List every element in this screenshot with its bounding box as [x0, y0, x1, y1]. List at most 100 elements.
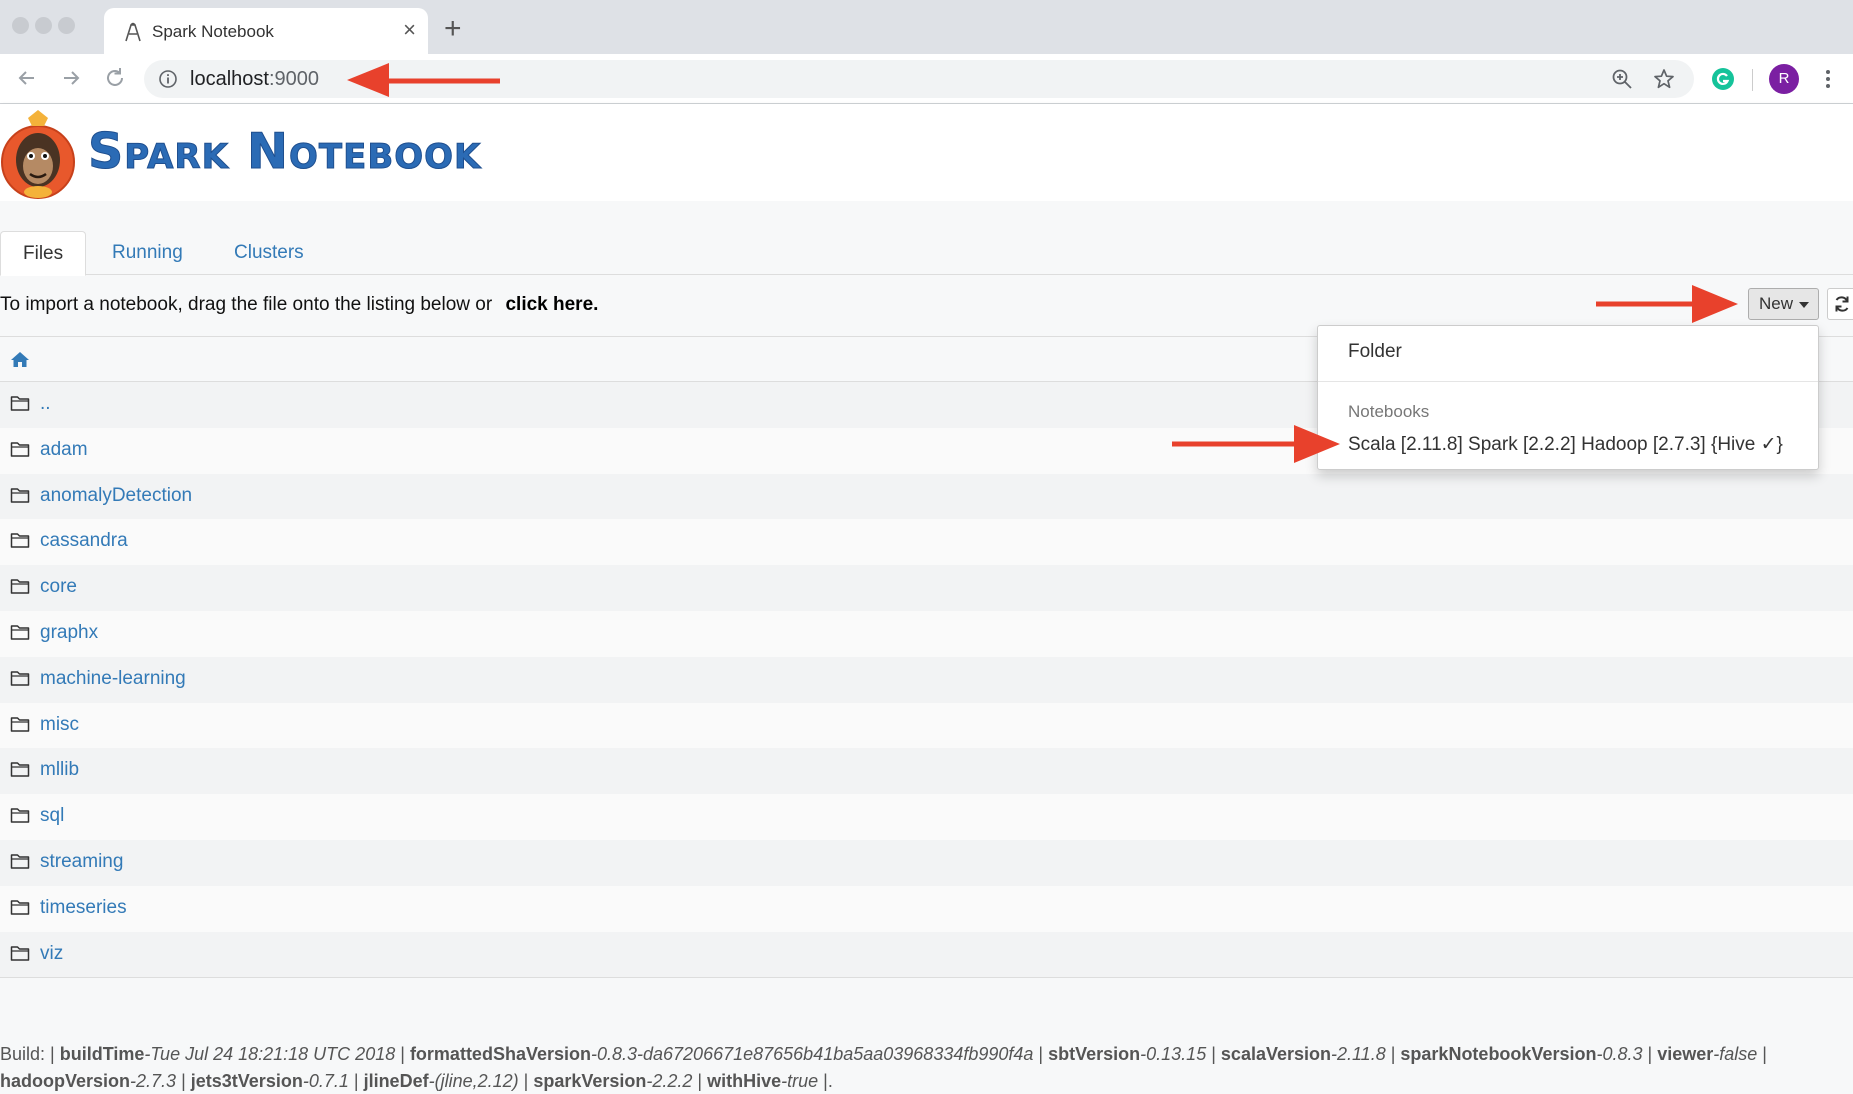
- import-instructions: To import a notebook, drag the file onto…: [0, 294, 598, 316]
- list-item: anomalyDetection: [0, 473, 1853, 520]
- build-info: Build: | buildTime-Tue Jul 24 18:21:18 U…: [0, 1044, 1767, 1091]
- folder-link[interactable]: adam: [40, 439, 88, 461]
- build-key: jets3tVersion: [190, 1071, 303, 1091]
- menu-item-folder[interactable]: Folder: [1348, 341, 1402, 363]
- bookmark-star-icon[interactable]: [1652, 67, 1676, 91]
- folder-icon: [10, 808, 30, 823]
- import-click-here-link[interactable]: click here.: [505, 294, 598, 315]
- annotation-arrow-url: [347, 63, 500, 97]
- list-item: mllib: [0, 748, 1853, 795]
- build-value: -0.13.15: [1140, 1044, 1207, 1064]
- zoom-icon[interactable]: [1610, 67, 1634, 91]
- spark-notebook-logo[interactable]: [0, 108, 78, 200]
- url-text: localhost:9000: [190, 68, 319, 91]
- build-key: buildTime: [59, 1044, 145, 1064]
- menu-item-scala-notebook[interactable]: Scala [2.11.8] Spark [2.2.2] Hadoop [2.7…: [1348, 433, 1783, 456]
- menu-divider: [1318, 381, 1818, 382]
- folder-icon: [10, 442, 30, 457]
- build-key: sparkVersion: [533, 1071, 647, 1091]
- folder-icon: [10, 579, 30, 594]
- list-item: graphx: [0, 610, 1853, 657]
- folder-icon: [10, 900, 30, 915]
- folder-link[interactable]: viz: [40, 943, 63, 965]
- list-item: cassandra: [0, 519, 1853, 566]
- import-text: To import a notebook, drag the file onto…: [0, 294, 493, 315]
- section-tabs: Files Running Clusters: [0, 231, 1853, 276]
- folder-link[interactable]: ..: [40, 393, 51, 415]
- chevron-down-icon: [1799, 301, 1810, 308]
- site-info-icon[interactable]: [158, 69, 178, 89]
- build-key: formattedShaVersion: [409, 1044, 591, 1064]
- build-key: sbtVersion: [1048, 1044, 1141, 1064]
- refresh-icon: [1835, 296, 1849, 312]
- window-close-dot[interactable]: [12, 17, 29, 34]
- window-maximize-dot[interactable]: [58, 17, 75, 34]
- tab-running[interactable]: Running: [90, 231, 205, 275]
- build-prefix: Build: |: [0, 1044, 55, 1064]
- folder-link[interactable]: cassandra: [40, 530, 128, 552]
- browser-toolbar: localhost:9000 R: [0, 54, 1853, 104]
- reload-icon[interactable]: [100, 63, 130, 93]
- build-value: -false: [1713, 1044, 1758, 1064]
- new-button[interactable]: New: [1748, 288, 1819, 320]
- list-item: core: [0, 565, 1853, 611]
- list-item: viz: [0, 931, 1853, 978]
- list-item: machine-learning: [0, 656, 1853, 703]
- build-key: sparkNotebookVersion: [1400, 1044, 1597, 1064]
- profile-avatar[interactable]: R: [1769, 64, 1799, 94]
- page-header: Spark Notebook: [0, 104, 1853, 201]
- build-value: -0.7.1: [302, 1071, 349, 1091]
- back-icon[interactable]: [12, 63, 42, 93]
- folder-link[interactable]: core: [40, 576, 77, 598]
- build-key: hadoopVersion: [0, 1071, 131, 1091]
- file-rows: .. adam anomalyDetection cassandra core graph…: [0, 382, 1853, 978]
- list-item: sql: [0, 794, 1853, 840]
- list-item: misc: [0, 702, 1853, 749]
- build-suffix: |.: [823, 1071, 833, 1091]
- folder-link[interactable]: misc: [40, 714, 79, 736]
- folder-icon: [10, 533, 30, 549]
- browser-tabstrip: Spark Notebook × +: [0, 0, 1853, 54]
- folder-icon: [10, 487, 30, 503]
- brand-title[interactable]: Spark Notebook: [87, 125, 481, 178]
- folder-icon: [10, 625, 30, 640]
- new-tab-icon[interactable]: +: [444, 12, 462, 46]
- build-key: jlineDef: [363, 1071, 429, 1091]
- annotation-arrow-scala: [1172, 425, 1340, 463]
- forward-icon[interactable]: [56, 63, 86, 93]
- folder-link[interactable]: mllib: [40, 759, 79, 781]
- folder-icon: [10, 671, 30, 686]
- folder-icon: [10, 945, 30, 961]
- folder-link[interactable]: machine-learning: [40, 668, 186, 690]
- folder-link[interactable]: streaming: [40, 851, 123, 873]
- url-host: localhost: [190, 68, 269, 90]
- build-value: -2.11.8: [1331, 1044, 1386, 1064]
- folder-link[interactable]: graphx: [40, 622, 98, 644]
- browser-menu-icon[interactable]: [1818, 64, 1838, 94]
- folder-link[interactable]: anomalyDetection: [40, 485, 192, 507]
- folder-link[interactable]: sql: [40, 805, 64, 827]
- tab-title: Spark Notebook: [152, 22, 274, 41]
- folder-link[interactable]: timeseries: [40, 897, 127, 919]
- list-item: timeseries: [0, 885, 1853, 932]
- home-icon[interactable]: [10, 350, 30, 368]
- build-value: -Tue Jul 24 18:21:18 UTC 2018: [144, 1044, 396, 1064]
- build-value: -true: [781, 1071, 819, 1091]
- refresh-button[interactable]: [1827, 288, 1853, 320]
- tab-clusters[interactable]: Clusters: [212, 231, 326, 275]
- tab-files[interactable]: Files: [0, 231, 87, 276]
- close-tab-icon[interactable]: ×: [403, 17, 416, 43]
- build-value: -2.7.3: [130, 1071, 177, 1091]
- build-key: withHive: [707, 1071, 782, 1091]
- browser-tab[interactable]: Spark Notebook ×: [104, 8, 428, 54]
- grammarly-extension-icon[interactable]: [1710, 66, 1736, 92]
- toolbar-separator: [1752, 69, 1753, 91]
- folder-icon: [10, 762, 30, 778]
- build-key: viewer: [1657, 1044, 1714, 1064]
- url-port: :9000: [268, 68, 319, 90]
- window-minimize-dot[interactable]: [35, 17, 52, 34]
- new-dropdown-menu: Folder Notebooks Scala [2.11.8] Spark [2…: [1317, 325, 1819, 470]
- folder-icon: [10, 716, 30, 732]
- new-button-label: New: [1759, 294, 1794, 313]
- build-value: -(jline,2.12): [428, 1071, 519, 1091]
